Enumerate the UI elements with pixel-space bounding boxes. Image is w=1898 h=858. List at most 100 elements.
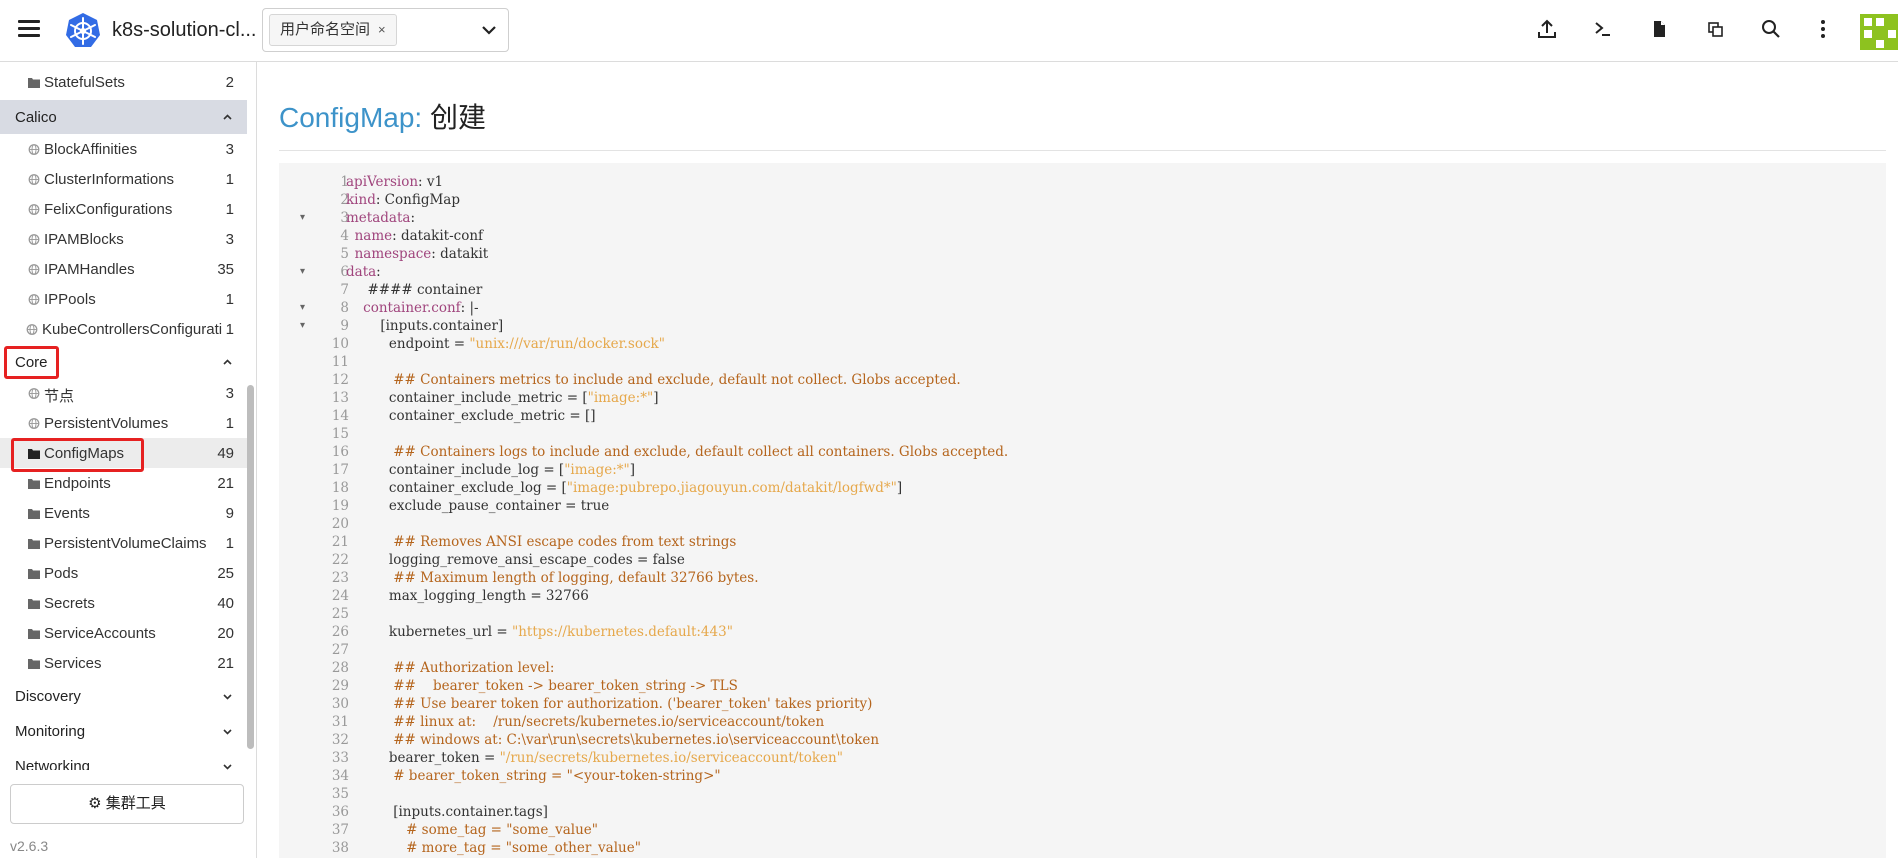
sidebar-item-count: 35 xyxy=(217,261,234,278)
sidebar-item-count: 21 xyxy=(217,655,234,672)
code-line[interactable]: 34 # bearer_token_string = "<your-token-… xyxy=(279,767,1886,785)
code-line[interactable]: 35 xyxy=(279,785,1886,803)
sidebar-item-serviceaccounts[interactable]: ServiceAccounts 20 xyxy=(0,618,247,648)
group-core[interactable]: Core xyxy=(0,345,247,379)
code-line[interactable]: 29 ## bearer_token -> bearer_token_strin… xyxy=(279,677,1886,695)
code-line[interactable]: 14 container_exclude_metric = [] xyxy=(279,407,1886,425)
kubernetes-logo-icon[interactable] xyxy=(64,12,102,50)
namespace-filter-select[interactable]: 用户命名空间 × xyxy=(262,8,509,52)
sidebar-scrollbar[interactable] xyxy=(247,385,254,749)
sidebar-item-count: 1 xyxy=(225,291,234,308)
code-line[interactable]: 5 namespace: datakit xyxy=(279,245,1886,263)
code-line[interactable]: 32 ## windows at: C:\var\run\secrets\kub… xyxy=(279,731,1886,749)
code-line[interactable]: 36 [inputs.container.tags] xyxy=(279,803,1886,821)
code-line[interactable]: 12 ## Containers metrics to include and … xyxy=(279,371,1886,389)
group-calico[interactable]: Calico xyxy=(0,100,247,134)
code-line[interactable]: 25 xyxy=(279,605,1886,623)
cluster-name[interactable]: k8s-solution-cl... xyxy=(112,19,257,42)
code-line[interactable]: 38 # more_tag = "some_other_value" xyxy=(279,839,1886,857)
sidebar-item-blockaffinities[interactable]: BlockAffinities 3 xyxy=(0,134,247,164)
file-icon[interactable] xyxy=(1648,18,1670,40)
code-line[interactable]: 1 apiVersion: v1 xyxy=(279,173,1886,191)
code-line[interactable]: 33 bearer_token = "/run/secrets/kubernet… xyxy=(279,749,1886,767)
chevron-down-icon[interactable] xyxy=(480,21,498,39)
sidebar-item-nodes[interactable]: 节点 3 xyxy=(0,378,247,408)
code-line[interactable]: ▾ 8 container.conf: |- xyxy=(279,299,1886,317)
code-line[interactable]: 27 xyxy=(279,641,1886,659)
namespace-chip-label: 用户命名空间 xyxy=(280,21,371,38)
code-line[interactable]: 23 ## Maximum length of logging, default… xyxy=(279,569,1886,587)
code-line[interactable]: 28 ## Authorization level: xyxy=(279,659,1886,677)
sidebar-item-endpoints[interactable]: Endpoints 21 xyxy=(0,468,247,498)
code-text: name: datakit-conf xyxy=(354,228,484,244)
code-line[interactable]: 17 container_include_log = ["image:*"] xyxy=(279,461,1886,479)
code-line[interactable]: 26 kubernetes_url = "https://kubernetes.… xyxy=(279,623,1886,641)
sidebar-item-events[interactable]: Events 9 xyxy=(0,498,247,528)
code-line[interactable]: 15 xyxy=(279,425,1886,443)
line-number: 1 xyxy=(340,174,349,190)
copy-icon[interactable] xyxy=(1704,18,1726,40)
fold-toggle-icon[interactable]: ▾ xyxy=(300,209,305,227)
sidebar-item-statefulsets[interactable]: StatefulSets 2 xyxy=(0,67,247,97)
code-line[interactable]: ▾ 9 [inputs.container] xyxy=(279,317,1886,335)
code-line[interactable]: 2 kind: ConfigMap xyxy=(279,191,1886,209)
cluster-tools-button[interactable]: ⚙ 集群工具 xyxy=(10,784,244,824)
chip-remove-icon[interactable]: × xyxy=(378,22,386,37)
fold-toggle-icon[interactable]: ▾ xyxy=(300,299,305,317)
upload-icon[interactable] xyxy=(1536,18,1558,40)
title-divider xyxy=(279,150,1886,151)
code-text: apiVersion: v1 xyxy=(346,174,444,190)
sidebar-nav[interactable]: StatefulSets 2 Calico BlockAffinities 3 … xyxy=(0,62,257,770)
code-line[interactable]: 19 exclude_pause_container = true xyxy=(279,497,1886,515)
sidebar-item-configmaps[interactable]: ConfigMaps 49 xyxy=(0,438,247,468)
code-line[interactable]: ▾ 3 metadata: xyxy=(279,209,1886,227)
code-line[interactable]: 7 #### container xyxy=(279,281,1886,299)
sidebar-item-clusterinformations[interactable]: ClusterInformations 1 xyxy=(0,164,247,194)
sidebar-item-ipamblocks[interactable]: IPAMBlocks 3 xyxy=(0,224,247,254)
code-line[interactable]: ▾ 6 data: xyxy=(279,263,1886,281)
sidebar-item-felixconfigurations[interactable]: FelixConfigurations 1 xyxy=(0,194,247,224)
group-networking[interactable]: Networking xyxy=(0,749,247,770)
line-number: 20 xyxy=(331,516,349,532)
sidebar-item-count: 1 xyxy=(225,321,234,338)
code-text: namespace: datakit xyxy=(354,246,489,262)
group-discovery[interactable]: Discovery xyxy=(0,679,247,713)
code-line[interactable]: 16 ## Containers logs to include and exc… xyxy=(279,443,1886,461)
code-line[interactable]: 18 container_exclude_log = ["image:pubre… xyxy=(279,479,1886,497)
fold-toggle-icon[interactable]: ▾ xyxy=(300,263,305,281)
user-avatar[interactable] xyxy=(1860,14,1898,50)
sidebar-item-ippools[interactable]: IPPools 1 xyxy=(0,284,247,314)
fold-toggle-icon[interactable]: ▾ xyxy=(300,317,305,335)
code-line[interactable]: 20 xyxy=(279,515,1886,533)
sidebar-item-ipamhandles[interactable]: IPAMHandles 35 xyxy=(0,254,247,284)
more-vertical-icon[interactable] xyxy=(1812,18,1834,40)
hamburger-icon[interactable] xyxy=(18,20,40,38)
code-line[interactable]: 31 ## linux at: /run/secrets/kubernetes.… xyxy=(279,713,1886,731)
sidebar-item-label: 节点 xyxy=(44,388,75,405)
terminal-icon[interactable] xyxy=(1592,18,1614,40)
sidebar-item-label: Pods xyxy=(44,565,79,582)
sidebar-item-services[interactable]: Services 21 xyxy=(0,648,247,678)
yaml-editor[interactable]: 1 apiVersion: v1 2 kind: ConfigMap ▾ 3 metadat… xyxy=(279,163,1886,858)
code-line[interactable]: 22 logging_remove_ansi_escape_codes = fa… xyxy=(279,551,1886,569)
sidebar-item-label: StatefulSets xyxy=(44,74,125,91)
sidebar-item-secrets[interactable]: Secrets 40 xyxy=(0,588,247,618)
code-line[interactable]: 30 ## Use bearer token for authorization… xyxy=(279,695,1886,713)
line-number: 9 xyxy=(340,318,349,334)
sidebar-item-persistentvolumeclaims[interactable]: PersistentVolumeClaims 1 xyxy=(0,528,247,558)
code-line[interactable]: 4 name: datakit-conf xyxy=(279,227,1886,245)
code-line[interactable]: 10 endpoint = "unix:///var/run/docker.so… xyxy=(279,335,1886,353)
sidebar-item-pods[interactable]: Pods 25 xyxy=(0,558,247,588)
code-line[interactable]: 24 max_logging_length = 32766 xyxy=(279,587,1886,605)
sidebar-item-label: Secrets xyxy=(44,595,95,612)
code-line[interactable]: 13 container_include_metric = ["image:*"… xyxy=(279,389,1886,407)
code-text: endpoint = "unix:///var/run/docker.sock" xyxy=(346,336,665,352)
version-label: v2.6.3 xyxy=(10,838,49,854)
code-line[interactable]: 21 ## Removes ANSI escape codes from tex… xyxy=(279,533,1886,551)
search-icon[interactable] xyxy=(1760,18,1782,40)
sidebar-item-kubecontrollersconfigurations[interactable]: KubeControllersConfigurati 1 xyxy=(0,314,247,344)
code-line[interactable]: 37 # some_tag = "some_value" xyxy=(279,821,1886,839)
group-monitoring[interactable]: Monitoring xyxy=(0,714,247,748)
sidebar-item-persistentvolumes[interactable]: PersistentVolumes 1 xyxy=(0,408,247,438)
code-line[interactable]: 11 xyxy=(279,353,1886,371)
